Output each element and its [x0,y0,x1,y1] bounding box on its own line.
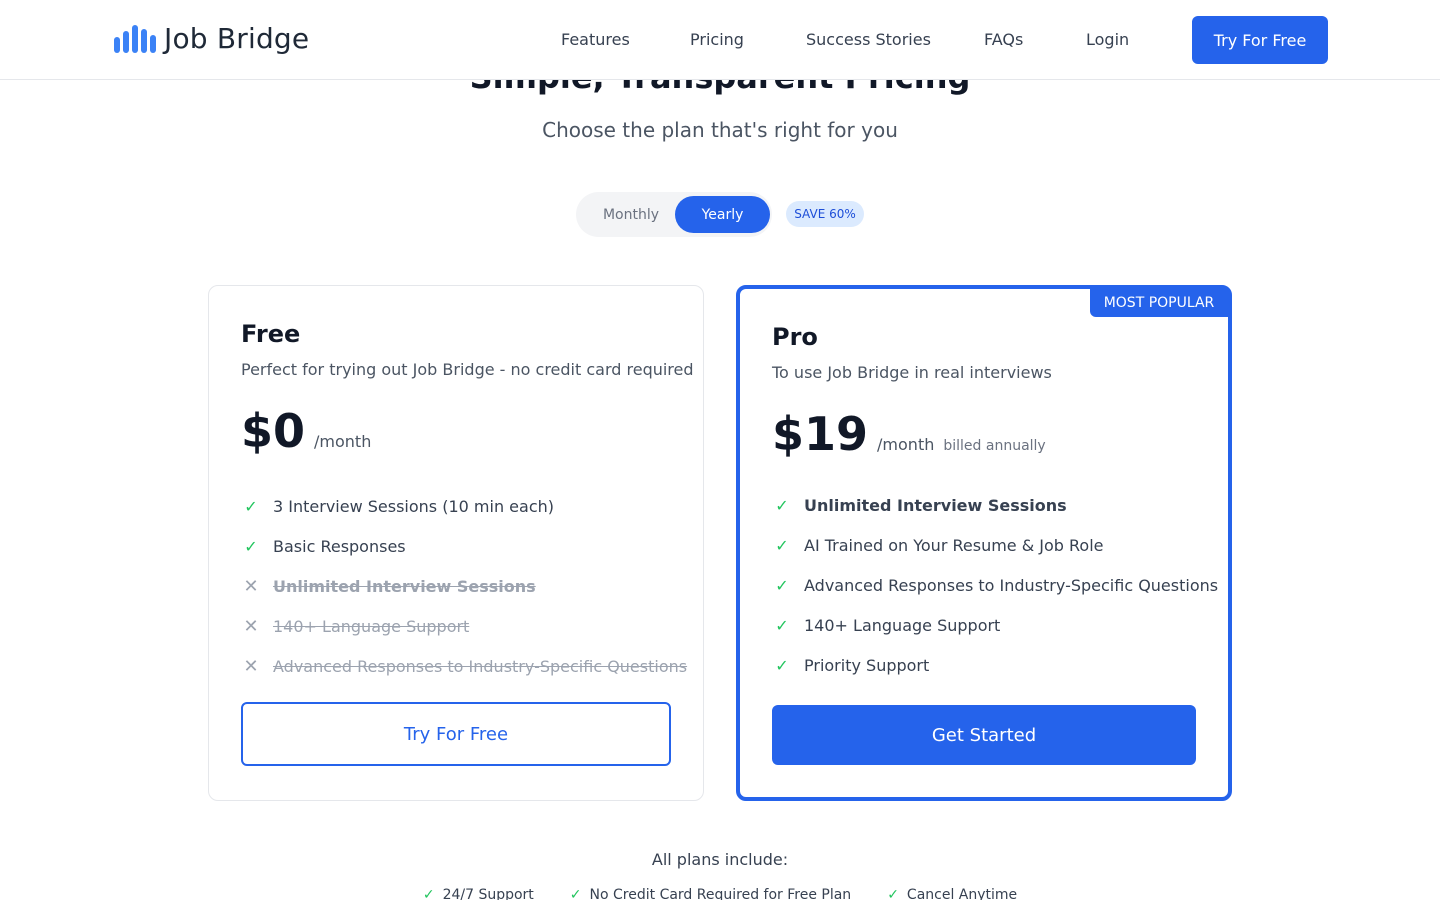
feature-text: AI Trained on Your Resume & Job Role [804,535,1104,555]
pro-get-started-button[interactable]: Get Started [772,705,1196,765]
toggle-yearly[interactable]: Yearly [675,196,770,233]
feature-item: ✓ Unlimited Interview Sessions [772,485,1218,525]
feature-item: ✓ AI Trained on Your Resume & Job Role [772,525,1218,565]
most-popular-badge: MOST POPULAR [1090,289,1228,317]
plan-description: Perfect for trying out Job Bridge - no c… [241,360,694,379]
feature-text: 140+ Language Support [804,615,1001,635]
price-period: /month [877,435,935,454]
feature-text: Unlimited Interview Sessions [273,576,536,596]
check-icon: ✓ [775,615,789,635]
feature-text: Priority Support [804,655,930,675]
price-row: $0 /month [241,404,371,458]
nav-login[interactable]: Login [1086,30,1129,49]
feature-text: Unlimited Interview Sessions [804,495,1067,515]
site-header: Job Bridge Features Pricing Success Stor… [0,0,1440,80]
price-period: /month [314,432,372,451]
include-text: Cancel Anytime [906,887,1018,900]
check-icon: ✓ [887,887,899,900]
nav-success-stories[interactable]: Success Stories [806,30,931,49]
include-text: 24/7 Support [442,887,534,900]
feature-text: Advanced Responses to Industry-Specific … [273,656,688,676]
feature-list: ✓ 3 Interview Sessions (10 min each) ✓ B… [241,486,687,686]
save-badge: SAVE 60% [786,201,864,227]
check-icon: ✓ [569,887,582,900]
toggle-monthly[interactable]: Monthly [584,196,678,233]
feature-item: ✕ Advanced Responses to Industry-Specifi… [241,646,687,686]
feature-list: ✓ Unlimited Interview Sessions ✓ AI Trai… [772,485,1218,685]
include-text: No Credit Card Required for Free Plan [589,887,852,900]
check-icon: ✓ [775,495,789,515]
cross-icon: ✕ [243,575,259,597]
check-icon: ✓ [422,887,435,900]
include-item: ✓ No Credit Card Required for Free Plan [570,887,851,900]
nav-pricing[interactable]: Pricing [690,30,744,49]
feature-item: ✕ Unlimited Interview Sessions [241,566,687,606]
include-item: ✓ 24/7 Support [423,887,534,900]
logo[interactable]: Job Bridge [114,22,309,55]
logo-text: Job Bridge [164,22,310,55]
header-try-free-button[interactable]: Try For Free [1192,16,1328,64]
bars-logo-icon [114,24,156,53]
price-row: $19 /month billed annually [772,407,1046,461]
nav-features[interactable]: Features [561,30,630,49]
include-item: ✓ Cancel Anytime [887,887,1017,900]
feature-text: Basic Responses [273,536,406,556]
plan-price: $19 [772,407,869,461]
feature-item: ✓ 3 Interview Sessions (10 min each) [241,486,687,526]
plan-name: Free [241,320,301,348]
billing-note: billed annually [943,438,1046,454]
check-icon: ✓ [244,496,258,516]
feature-item: ✕ 140+ Language Support [241,606,687,646]
all-plans-heading: All plans include: [651,850,789,869]
cross-icon: ✕ [243,655,259,677]
billing-toggle: Monthly Yearly [576,192,772,237]
plan-name: Pro [772,323,818,351]
feature-text: 140+ Language Support [273,616,470,636]
feature-text: 3 Interview Sessions (10 min each) [273,496,554,516]
plan-price: $0 [241,404,306,458]
plan-card-pro: MOST POPULAR Pro To use Job Bridge in re… [736,285,1232,801]
feature-item: ✓ 140+ Language Support [772,605,1218,645]
nav-faqs[interactable]: FAQs [984,30,1023,49]
check-icon: ✓ [775,535,789,555]
cross-icon: ✕ [243,615,259,637]
check-icon: ✓ [775,575,789,595]
plan-card-free: Free Perfect for trying out Job Bridge -… [208,285,704,801]
page-subtitle: Choose the plan that's right for you [542,118,898,142]
plan-description: To use Job Bridge in real interviews [772,363,1052,382]
feature-item: ✓ Priority Support [772,645,1218,685]
check-icon: ✓ [775,655,789,675]
free-try-button[interactable]: Try For Free [241,702,671,766]
feature-item: ✓ Advanced Responses to Industry-Specifi… [772,565,1218,605]
all-plans-list: ✓ 24/7 Support ✓ No Credit Card Required… [0,887,1440,900]
check-icon: ✓ [244,536,258,556]
feature-item: ✓ Basic Responses [241,526,687,566]
feature-text: Advanced Responses to Industry-Specific … [804,575,1219,595]
